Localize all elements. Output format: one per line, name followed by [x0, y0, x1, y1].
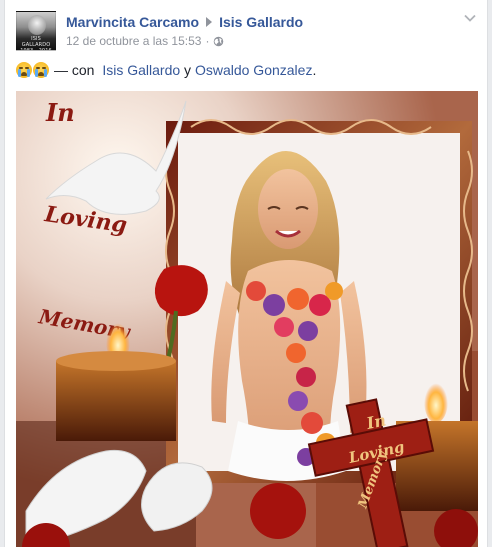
avatar-portrait	[28, 15, 46, 35]
meta-separator: ·	[205, 34, 210, 48]
post-text: — con Isis Gallardo y Oswaldo Gonzalez .	[16, 62, 316, 78]
feed-post: ISIS GALLARDO 1983 - 2016 Marvincita Car…	[4, 0, 488, 547]
chevron-down-icon[interactable]	[463, 11, 477, 25]
connector-label: y	[180, 62, 195, 78]
post-actors: Marvincita Carcamo Isis Gallardo	[66, 14, 303, 30]
globe-icon[interactable]	[213, 36, 224, 47]
author-link[interactable]: Marvincita Carcamo	[66, 14, 199, 30]
post-photo[interactable]: In Loving Memory In Loving Memory	[16, 91, 478, 547]
avatar[interactable]: ISIS GALLARDO 1983 - 2016	[16, 11, 56, 51]
triangle-right-icon	[206, 17, 213, 27]
tagged-user-link[interactable]: Isis Gallardo	[102, 62, 180, 78]
with-label: — con	[54, 62, 99, 78]
text-suffix: .	[312, 62, 317, 78]
memorial-image: In Loving Memory In Loving Memory	[16, 91, 478, 547]
post-timestamp[interactable]: 12 de octubre a las 15:53	[66, 34, 201, 48]
post-meta: 12 de octubre a las 15:53 ·	[66, 34, 224, 48]
recipient-link[interactable]: Isis Gallardo	[219, 14, 303, 30]
tagged-user-link[interactable]: Oswaldo Gonzalez	[195, 62, 313, 78]
crying-face-emoji	[33, 62, 49, 78]
avatar-caption: ISIS GALLARDO 1983 - 2016	[20, 36, 52, 51]
crying-face-emoji	[16, 62, 32, 78]
memorial-text: In	[45, 98, 75, 127]
post-header: ISIS GALLARDO 1983 - 2016 Marvincita Car…	[16, 11, 477, 55]
